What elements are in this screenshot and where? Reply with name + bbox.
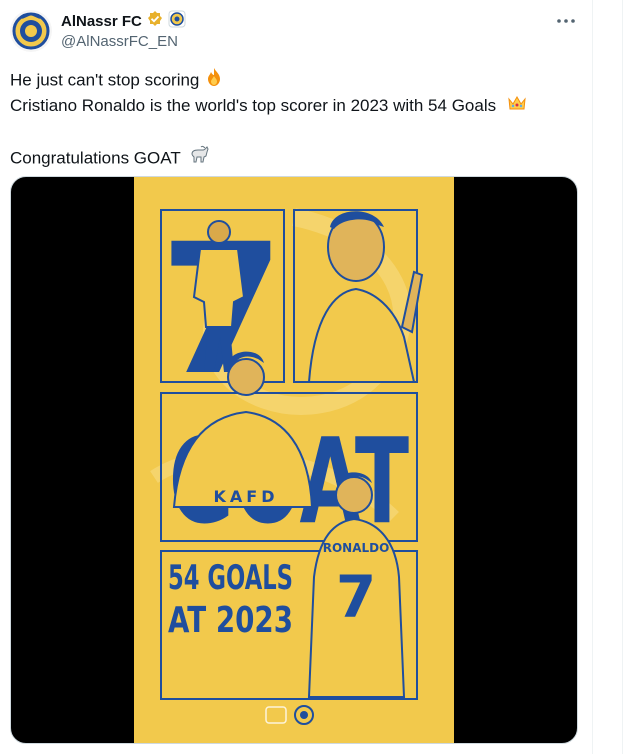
poster-stat-line-1: 54 GOALS [168, 558, 293, 598]
more-dots-icon [557, 19, 575, 23]
crown-emoji-icon [507, 94, 527, 120]
goat-emoji-icon [188, 145, 210, 173]
tweet-line-4: Congratulations GOAT [10, 145, 527, 171]
poster-jersey-name: RONALDO [323, 541, 390, 555]
fire-emoji-icon [204, 67, 224, 95]
tweet-body: He just can't stop scoring Cristiano Ron… [10, 67, 527, 171]
timeline-divider [592, 0, 593, 754]
tweet-line-1: He just can't stop scoring [10, 67, 527, 93]
club-crest-badge-icon[interactable] [168, 10, 186, 33]
ronaldo-goat-poster: 7 GOAT KAFD 54 GOALS AT 2023 RONALDO 7 [134, 177, 454, 743]
verified-badge-icon[interactable] [146, 10, 164, 33]
account-avatar[interactable] [10, 10, 52, 52]
alnassr-crest-icon [12, 12, 50, 50]
account-handle[interactable]: @AlNassrFC_EN [61, 33, 178, 50]
poster-stat-line-2: AT 2023 [168, 600, 293, 641]
poster-jersey-number: 7 [336, 563, 376, 631]
account-name[interactable]: AlNassr FC [61, 13, 142, 30]
tweet-line-2: Cristiano Ronaldo is the world's top sco… [10, 93, 527, 119]
tweet-media-image[interactable]: 7 GOAT KAFD 54 GOALS AT 2023 RONALDO 7 [10, 176, 578, 744]
poster-jersey-sponsor: KAFD [214, 487, 279, 506]
more-options-button[interactable] [555, 12, 577, 30]
timeline-divider-right [622, 0, 623, 754]
